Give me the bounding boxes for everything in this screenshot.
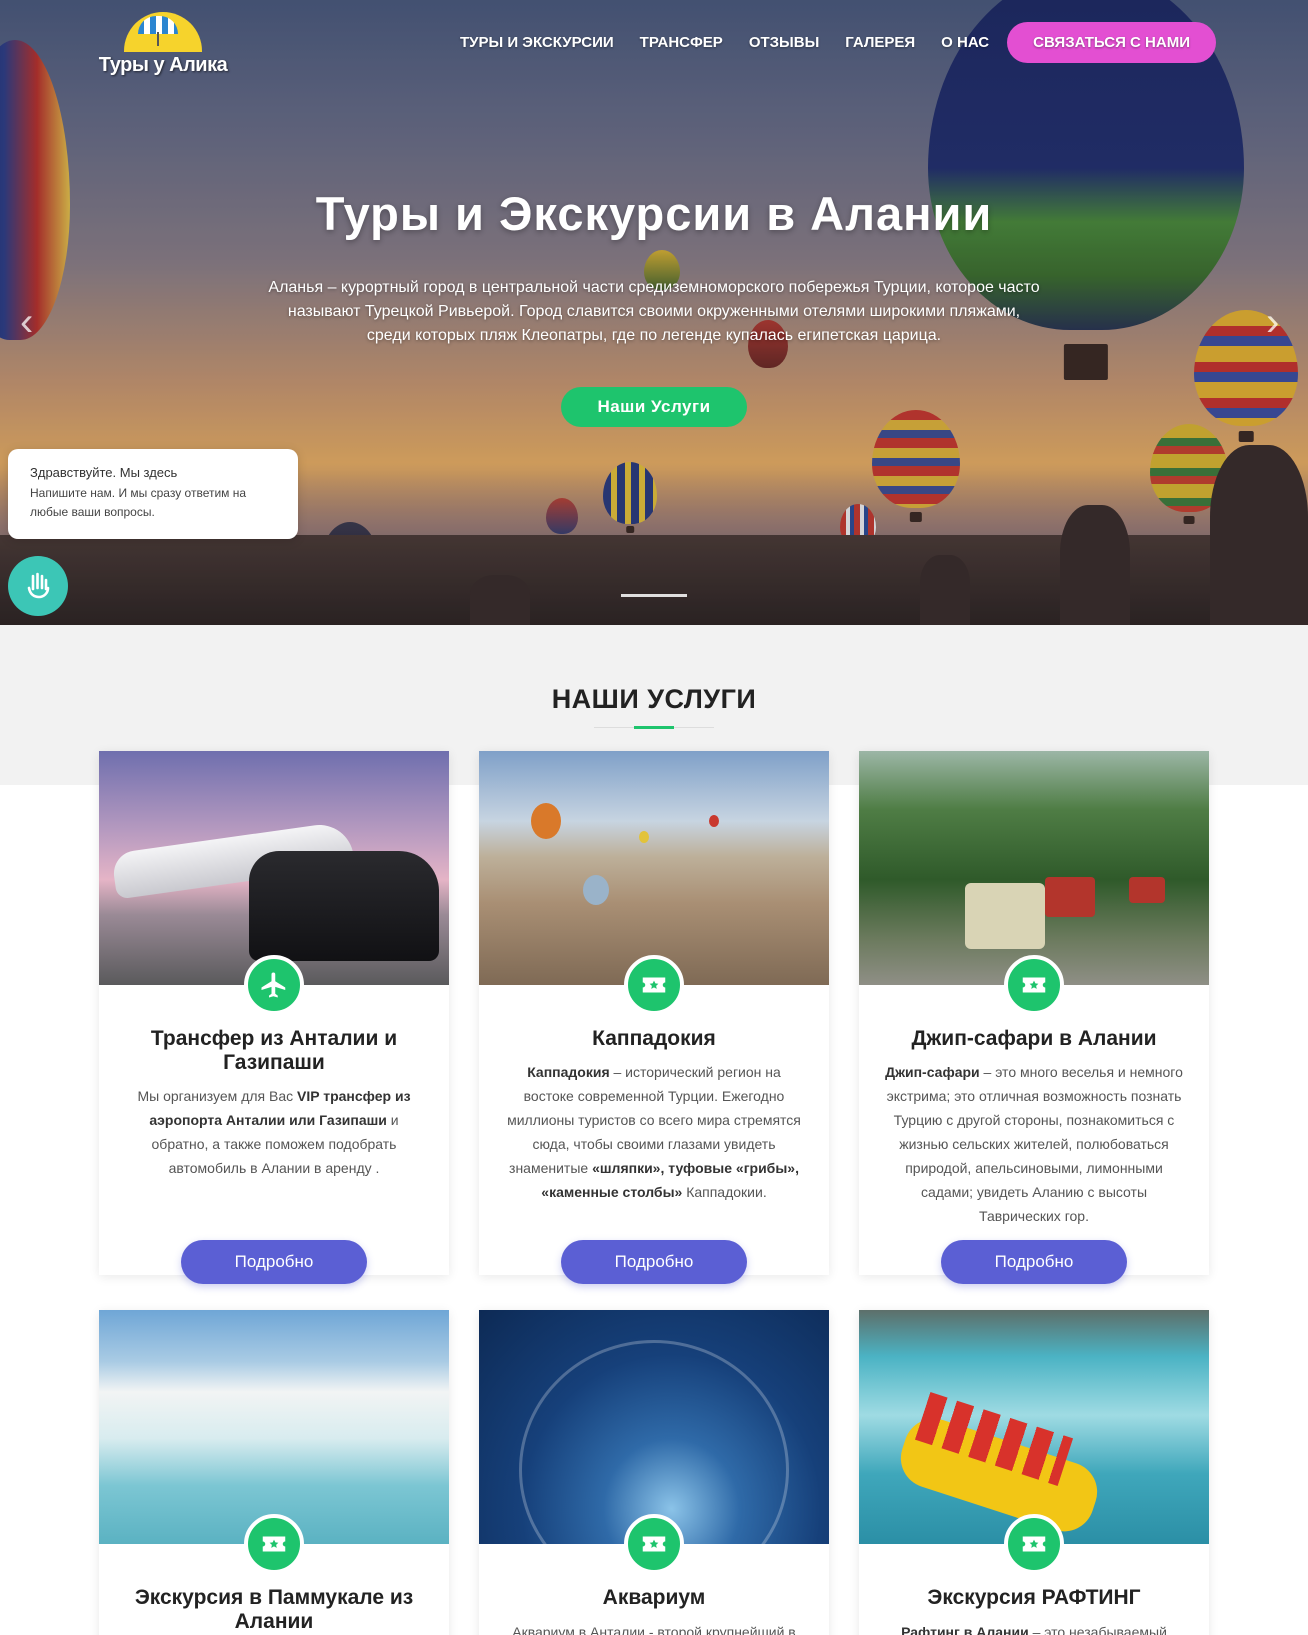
card-image-cappadocia <box>479 751 829 985</box>
more-button[interactable]: Подробно <box>561 1240 747 1284</box>
card-badge <box>1004 1514 1064 1574</box>
card-badge <box>624 955 684 1015</box>
card-title: Аквариум <box>602 1586 706 1609</box>
ticket-star-icon <box>642 1536 666 1552</box>
jeep <box>1129 877 1165 903</box>
airplane-icon <box>261 972 286 998</box>
card-description: Рафтинг в Алании – это незабываемый <box>901 1624 1167 1635</box>
ticket-star-icon <box>1022 977 1046 993</box>
site-logo[interactable]: Туры у Алика <box>98 12 228 78</box>
more-button[interactable]: Подробно <box>181 1240 367 1284</box>
hot-air-balloon <box>709 815 719 827</box>
ticket-star-icon <box>262 1536 286 1552</box>
services-section-title: НАШИ УСЛУГИ <box>551 684 757 714</box>
service-card-cappadocia[interactable]: Каппадокия Каппадокия – исторический рег… <box>479 751 829 1284</box>
chat-launcher-button[interactable] <box>8 556 68 616</box>
slider-prev-arrow-icon[interactable]: ‹ <box>20 300 33 345</box>
card-badge <box>244 955 304 1015</box>
service-card-transfer[interactable]: Трансфер из Анталии и Газипаши Мы органи… <box>99 751 449 1284</box>
card-title: Трансфер из Анталии и Газипаши <box>150 1027 398 1074</box>
card-title: Экскурсия в Паммукале из Алании <box>134 1586 414 1633</box>
hero-title: Туры и Экскурсии в Алании <box>315 187 993 240</box>
nav-item-transfer[interactable]: ТРАНСФЕР <box>640 34 723 51</box>
chat-greeting: Здравствуйте. Мы здесь <box>30 465 178 480</box>
card-image-pamukkale <box>99 1310 449 1544</box>
card-description: Мы организуем для Вас VIP трансфер из аэ… <box>137 1088 411 1176</box>
nav-item-reviews[interactable]: ОТЗЫВЫ <box>749 34 819 51</box>
our-services-button[interactable]: Наши Услуги <box>561 387 747 427</box>
title-divider-accent <box>634 726 674 729</box>
slider-next-arrow-icon[interactable]: › <box>1266 300 1279 345</box>
card-badge <box>1004 955 1064 1015</box>
more-button[interactable]: Подробно <box>941 1240 1127 1284</box>
jeep <box>1045 877 1095 917</box>
nav-item-about[interactable]: О НАС <box>941 34 989 51</box>
card-image-aquarium <box>479 1310 829 1544</box>
card-title: Каппадокия <box>592 1027 716 1050</box>
card-description: Аквариум в Анталии - второй крупнейший в <box>512 1624 796 1635</box>
slider-indicator[interactable] <box>621 594 687 597</box>
ticket-star-icon <box>642 977 666 993</box>
service-card-aquarium[interactable]: Аквариум Аквариум в Анталии - второй кру… <box>479 1310 829 1635</box>
minivan <box>249 851 439 961</box>
card-badge <box>624 1514 684 1574</box>
ticket-star-icon <box>1022 1536 1046 1552</box>
sun-logo-icon <box>124 12 202 52</box>
chat-message: Напишите нам. И мы сразу ответим на любы… <box>30 486 247 519</box>
hero-description: Аланья – курортный город в центральной ч… <box>268 279 1040 344</box>
nav-item-tours[interactable]: ТУРЫ И ЭКСКУРСИИ <box>460 34 614 51</box>
card-badge <box>244 1514 304 1574</box>
contact-us-button[interactable]: СВЯЗАТЬСЯ С НАМИ <box>1007 22 1216 63</box>
chat-popup[interactable]: Здравствуйте. Мы здесь Напишите нам. И м… <box>8 449 298 539</box>
jeep <box>965 883 1045 949</box>
card-image-jeep <box>859 751 1209 985</box>
service-card-rafting[interactable]: Экскурсия РАФТИНГ Рафтинг в Алании – это… <box>859 1310 1209 1635</box>
card-title: Экскурсия РАФТИНГ <box>927 1586 1141 1609</box>
card-image-rafting <box>859 1310 1209 1544</box>
hot-air-balloon <box>583 875 609 905</box>
card-title: Джип-сафари в Алании <box>911 1027 1157 1050</box>
card-description: Джип-сафари – это много веселья и немног… <box>885 1064 1183 1224</box>
main-nav: ТУРЫ И ЭКСКУРСИИ ТРАНСФЕР ОТЗЫВЫ ГАЛЕРЕЯ… <box>434 22 1216 63</box>
hot-air-balloon <box>639 831 649 843</box>
hot-air-balloon <box>531 803 561 839</box>
hand-wave-icon <box>27 572 50 599</box>
card-image-transfer <box>99 751 449 985</box>
logo-text: Туры у Алика <box>98 54 228 76</box>
service-card-pamukkale[interactable]: Экскурсия в Паммукале из Алании <box>99 1310 449 1635</box>
service-card-jeep-safari[interactable]: Джип-сафари в Алании Джип-сафари – это м… <box>859 751 1209 1284</box>
card-description: Каппадокия – исторический регион на вост… <box>507 1064 801 1200</box>
nav-item-gallery[interactable]: ГАЛЕРЕЯ <box>845 34 915 51</box>
